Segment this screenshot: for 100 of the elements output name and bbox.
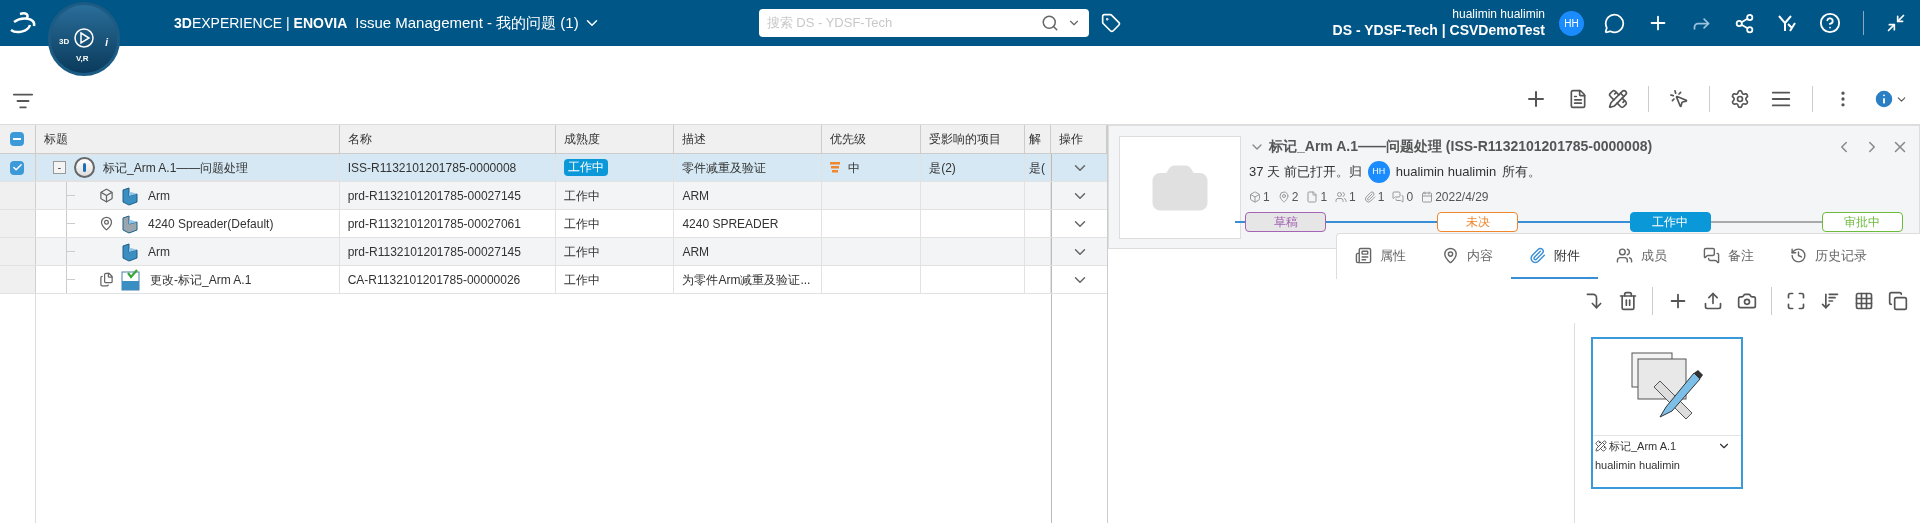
column-header[interactable]: 成熟度 xyxy=(556,125,675,153)
upload-icon[interactable] xyxy=(1703,291,1723,311)
name-cell: prd-R1132101201785-00027061 xyxy=(339,210,557,237)
date-icon xyxy=(1421,191,1434,203)
column-header[interactable]: 名称 xyxy=(339,125,557,153)
tag-icon[interactable] xyxy=(1100,13,1121,33)
resolution-text: 是( xyxy=(1029,159,1046,177)
part-icon xyxy=(119,213,140,234)
description-cell: 零件减重及验证 xyxy=(674,154,823,181)
document-icon xyxy=(99,272,115,287)
delete-icon[interactable] xyxy=(1618,291,1638,311)
maturity-badge: 工作中 xyxy=(564,159,609,176)
detail-tab[interactable]: 属性 xyxy=(1337,234,1424,279)
description-cell: 4240 SPREADER xyxy=(674,210,823,237)
name-cell: prd-R1132101201785-00027145 xyxy=(339,238,557,265)
info-icon[interactable] xyxy=(1873,88,1895,110)
part-icon xyxy=(119,185,140,206)
issue-icon xyxy=(73,157,95,178)
detail-tab[interactable]: 历史记录 xyxy=(1772,234,1885,279)
pin-icon xyxy=(99,216,115,231)
name-cell: ISS-R1132101201785-0000008 xyxy=(339,154,557,181)
minimize-icon[interactable] xyxy=(1886,13,1906,33)
notes-tab-icon xyxy=(1703,247,1720,264)
column-header[interactable]: 优先级 xyxy=(822,125,922,153)
sort-icon[interactable] xyxy=(1820,291,1840,311)
detail-title: 标记_Arm A.1——问题处理 (ISS-R1132101201785-0000008) xyxy=(1269,137,1653,156)
duplicate-icon[interactable] xyxy=(1888,291,1908,311)
maturity-text: 工作中 xyxy=(564,215,601,233)
owner-name: hualimin hualimin xyxy=(1395,163,1497,182)
owned-text: 所有。 xyxy=(1502,163,1542,182)
description-cell: ARM xyxy=(674,238,823,265)
cube-outline-icon xyxy=(99,188,115,203)
content-tab-icon xyxy=(1442,247,1459,264)
row-checkbox[interactable] xyxy=(10,160,25,175)
description-cell: ARM xyxy=(674,182,823,209)
stat-value: 1 xyxy=(1349,189,1356,206)
settings-icon[interactable] xyxy=(1730,89,1750,109)
column-header[interactable]: 标题 xyxy=(35,125,340,153)
item-title: Arm xyxy=(147,243,170,261)
stat-value: 2 xyxy=(1291,189,1299,206)
maturity-text: 工作中 xyxy=(564,187,601,205)
attachment-card[interactable]: 标记_Arm A.1 hualimin hualimin xyxy=(1591,337,1743,489)
search-icon[interactable] xyxy=(1040,14,1059,32)
stat-value: 0 xyxy=(1406,189,1414,206)
app-title: Issue Management - 我的问题 (1) xyxy=(355,12,579,33)
members-icon xyxy=(1335,191,1348,203)
column-header[interactable]: 操作 xyxy=(1051,125,1107,153)
item-title: 4240 Spreader(Default) xyxy=(147,215,274,233)
column-header[interactable]: 解 xyxy=(1025,125,1052,153)
pencil-ruler-icon[interactable] xyxy=(1608,89,1628,109)
import-arrow-icon[interactable] xyxy=(1584,291,1604,311)
affected-text: 是(2) xyxy=(929,159,956,177)
compass-label: 3D xyxy=(59,36,70,48)
camera-icon[interactable] xyxy=(1737,291,1757,311)
attachments-tab-icon xyxy=(1529,247,1546,264)
compass-small-icon[interactable] xyxy=(1777,13,1797,33)
compass-label: i xyxy=(105,36,108,50)
name-cell: CA-R1132101201785-00000026 xyxy=(339,266,557,293)
column-header[interactable]: 受影响的项目 xyxy=(921,125,1026,153)
attachment-owner: hualimin hualimin xyxy=(1594,457,1681,473)
opened-text: 37 天 前已打开。归 xyxy=(1249,163,1362,182)
item-title: 标记_Arm A.1——问题处理 xyxy=(102,159,249,177)
user-name: hualimin hualimin xyxy=(1452,6,1545,22)
document-icon[interactable] xyxy=(1568,89,1588,109)
attachments-icon xyxy=(1363,191,1376,203)
locations-icon xyxy=(1277,191,1290,203)
members-tab-icon xyxy=(1616,247,1633,264)
grid-view-icon[interactable] xyxy=(1854,291,1874,311)
documents-icon xyxy=(1306,191,1319,203)
selection-cursor-icon[interactable] xyxy=(1669,89,1689,109)
column-header[interactable]: 描述 xyxy=(674,125,823,153)
maturity-text: 工作中 xyxy=(564,271,601,289)
detail-tab[interactable]: 备注 xyxy=(1685,234,1772,279)
stat-value: 2022/4/29 xyxy=(1435,189,1489,206)
part-icon xyxy=(119,241,140,262)
description-cell: 为零件Arm减重及验证... xyxy=(674,266,823,293)
priority-icon xyxy=(830,162,841,173)
priority-text: 中 xyxy=(848,159,861,177)
detail-tab[interactable]: 成员 xyxy=(1598,234,1685,279)
select-all-checkbox[interactable] xyxy=(10,132,25,146)
comments-icon xyxy=(1392,191,1405,203)
detail-tab[interactable]: 内容 xyxy=(1424,234,1511,279)
stat-value: 1 xyxy=(1263,189,1270,206)
notifications-icon[interactable] xyxy=(1604,12,1625,34)
help-icon[interactable] xyxy=(1819,12,1841,34)
name-cell: prd-R1132101201785-00027145 xyxy=(339,182,557,209)
compass-button[interactable]: 3D V,R i xyxy=(48,2,120,76)
maturity-text: 工作中 xyxy=(564,243,601,261)
fullscreen-icon[interactable] xyxy=(1786,291,1806,311)
parts-icon xyxy=(1249,191,1261,203)
network-icon[interactable] xyxy=(1734,12,1755,34)
history-tab-icon xyxy=(1790,247,1807,264)
collapse-toggle[interactable]: - xyxy=(52,161,66,174)
attachment-title: 标记_Arm A.1 xyxy=(1609,439,1678,454)
play-icon xyxy=(74,28,94,48)
item-title: Arm xyxy=(147,187,170,205)
detail-tab[interactable]: 附件 xyxy=(1511,234,1598,279)
tenant-name: DS - YDSF-Tech | CSVDemoTest xyxy=(1332,21,1545,40)
compass-label: V,R xyxy=(76,53,89,65)
stat-value: 1 xyxy=(1320,189,1328,206)
